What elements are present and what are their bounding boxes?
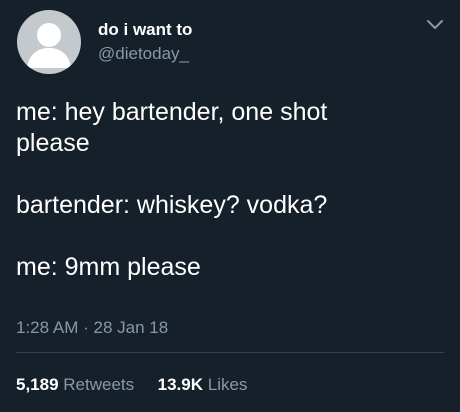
display-name[interactable]: do i want to — [98, 20, 192, 40]
tweet-line: me: 9mm please — [16, 253, 201, 281]
retweets-count: 5,189 — [16, 375, 59, 394]
tweet-line: me: hey bartender, one shot — [16, 98, 328, 126]
divider — [16, 352, 444, 353]
tweet-line: please — [16, 129, 90, 157]
tweet-text: me: hey bartender, one shot please barte… — [16, 97, 446, 283]
tweet-line: bartender: whiskey? vodka? — [16, 191, 328, 219]
retweets-stat[interactable]: 5,189 Retweets — [16, 375, 139, 394]
timestamp[interactable]: 1:28 AM · 28 Jan 18 — [16, 318, 168, 338]
default-profile-icon — [27, 23, 71, 68]
likes-label: Likes — [207, 375, 248, 394]
timestamp-separator: · — [83, 318, 89, 337]
likes-stat[interactable]: 13.9K Likes — [158, 375, 248, 394]
tweet-date: 28 Jan 18 — [93, 318, 169, 337]
avatar[interactable] — [17, 10, 81, 74]
tweet-time: 1:28 AM — [16, 318, 79, 337]
chevron-down-icon[interactable] — [425, 18, 445, 32]
user-handle[interactable]: @dietoday_ — [98, 44, 189, 64]
engagement-stats: 5,189 Retweets 13.9K Likes — [16, 375, 247, 395]
likes-count: 13.9K — [157, 375, 203, 394]
retweets-label: Retweets — [63, 375, 135, 394]
